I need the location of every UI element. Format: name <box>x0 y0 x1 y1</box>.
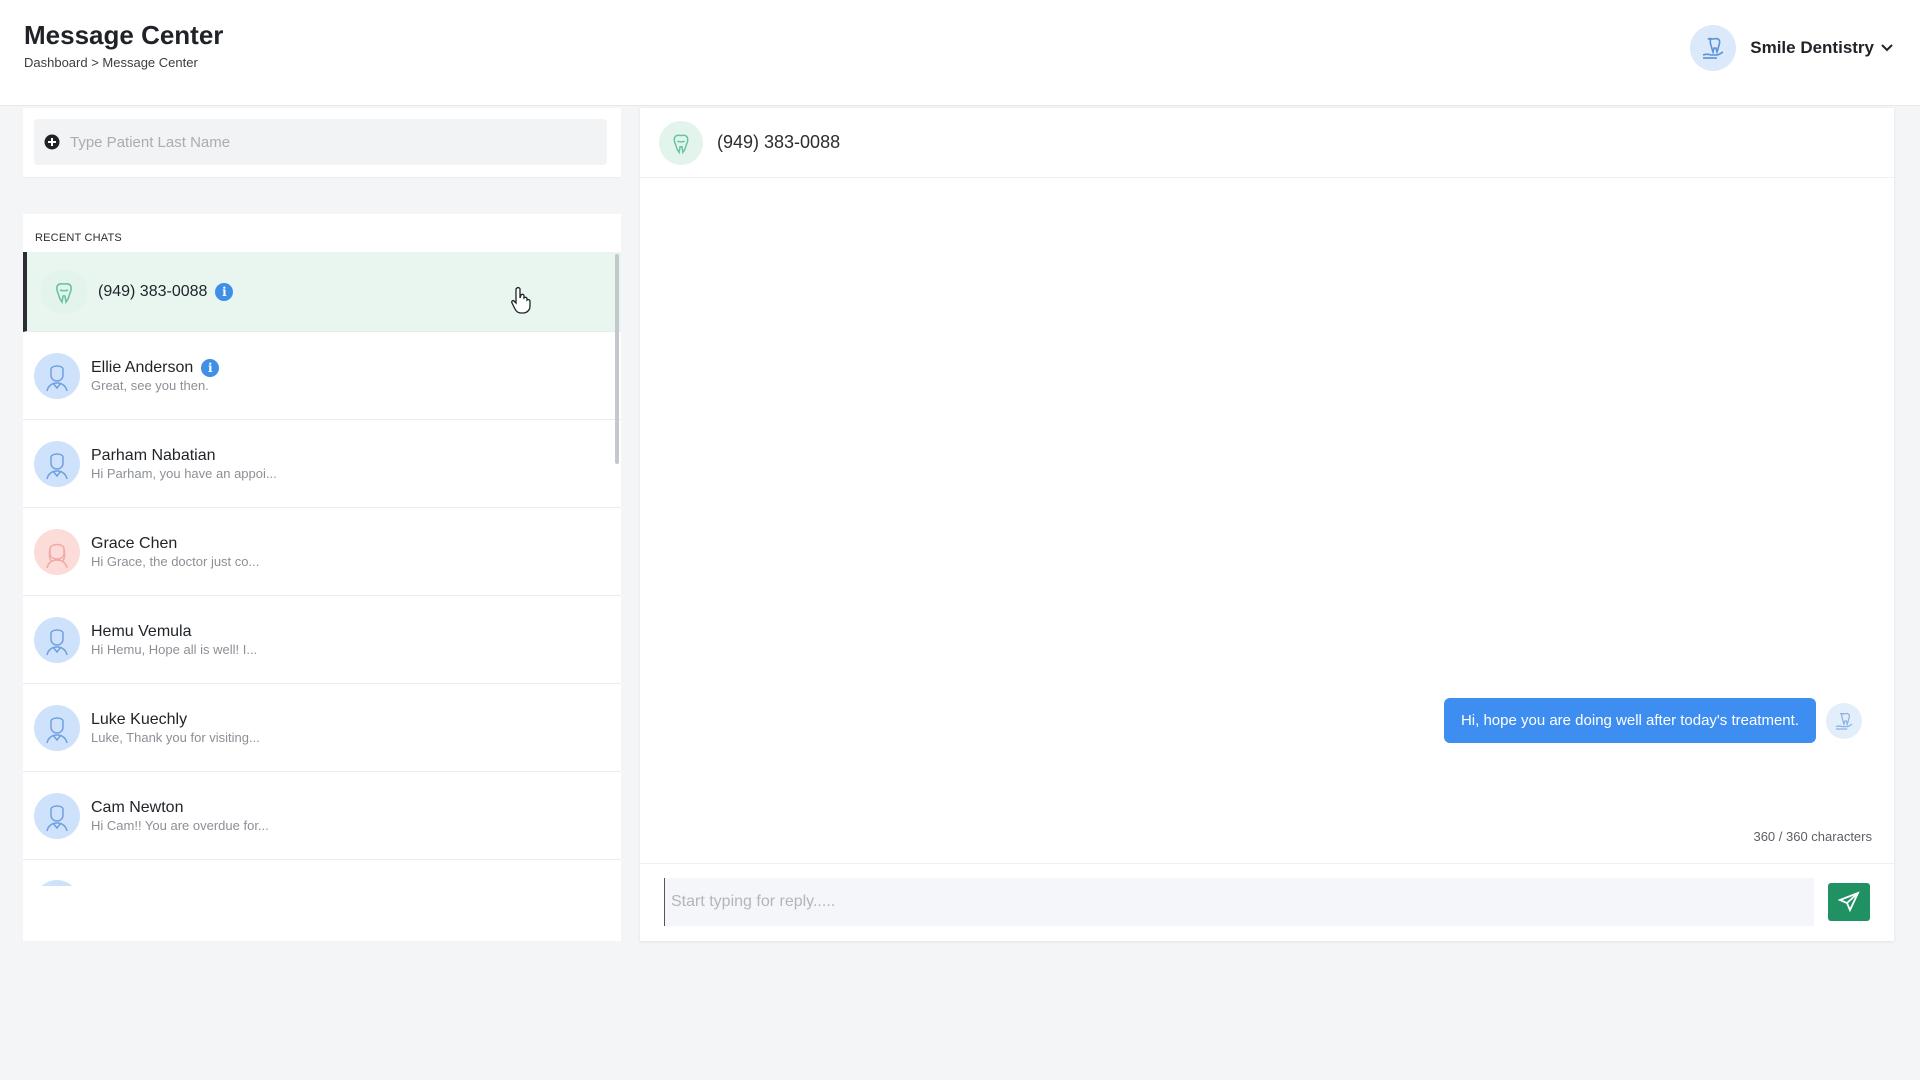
chat-name: Hemu Vemula <box>91 622 192 640</box>
recent-chats-title: RECENT CHATS <box>35 232 122 244</box>
tooth-icon <box>41 268 87 315</box>
chat-item[interactable]: Ellie Anderson i Great, see you then. <box>23 332 621 420</box>
message-row: Hi, hope you are doing well after today'… <box>1443 698 1862 743</box>
chat-text: Hemu Vemula Hi Hemu, Hope all is well! I… <box>91 623 257 657</box>
char-count: 360 / 360 characters <box>1753 829 1872 844</box>
chat-preview: Hi Cam!! You are overdue for... <box>91 817 269 833</box>
chat-name: Ellie Anderson <box>91 358 194 376</box>
patient-icon <box>34 352 80 399</box>
message-bubble: Hi, hope you are doing well after today'… <box>1443 698 1816 743</box>
search-input-wrap[interactable] <box>34 119 607 165</box>
chat-text: Cam Newton Hi Cam!! You are overdue for.… <box>91 799 269 833</box>
send-button[interactable] <box>1828 883 1870 921</box>
chat-name: (949) 383-0088 <box>98 282 208 300</box>
org-name: Smile Dentistry <box>1750 38 1874 57</box>
patient-icon <box>34 704 80 751</box>
patient-search <box>23 108 621 178</box>
plus-circle-icon[interactable] <box>44 134 60 150</box>
conversation-title: (949) 383-0088 <box>717 132 841 152</box>
chat-preview: Hi Parham, you have an appoi... <box>91 465 277 481</box>
chat-item[interactable]: Parham Nabatian Hi Parham, you have an a… <box>23 420 621 508</box>
chevron-down-icon <box>1881 44 1893 52</box>
breadcrumb[interactable]: Dashboard > Message Center <box>24 55 198 70</box>
chat-text: Luke Kuechly Luke, Thank you for visitin… <box>91 711 260 745</box>
chat-preview: Hi Hemu, Hope all is well! I... <box>91 641 258 657</box>
chat-item[interactable]: Luke Kuechly Luke, Thank you for visitin… <box>23 684 621 772</box>
info-icon[interactable]: i <box>215 282 234 301</box>
chat-name-row: (949) 383-0088 i <box>98 282 234 301</box>
chat-name-row: Cam Newton <box>91 799 269 817</box>
patient-icon <box>34 440 80 487</box>
tooth-hand-icon <box>1826 702 1862 739</box>
chat-text: Grace Chen Hi Grace, the doctor just co.… <box>91 535 259 569</box>
conversation-panel: (949) 383-0088 Hi, hope you are doing we… <box>640 108 1894 941</box>
conversation-header: (949) 383-0088 <box>640 108 1894 178</box>
patient-icon <box>34 792 80 839</box>
chat-text: (949) 383-0088 i <box>98 282 234 301</box>
chat-list-scrollbar[interactable] <box>615 254 619 464</box>
chat-text: Parham Nabatian Hi Parham, you have an a… <box>91 447 277 481</box>
chat-item[interactable]: Hemu Vemula Hi Hemu, Hope all is well! I… <box>23 596 621 684</box>
search-input[interactable] <box>70 133 590 151</box>
chat-name: Cam Newton <box>91 798 184 816</box>
chat-name-row: Grace Chen <box>91 535 259 553</box>
chat-text: Ellie Anderson i Great, see you then. <box>91 358 220 393</box>
page-title: Message Center <box>24 20 224 50</box>
patient-icon <box>34 528 80 575</box>
chat-name: Parham Nabatian <box>91 446 216 464</box>
chat-name-row: Ellie Anderson i <box>91 358 220 377</box>
reply-input[interactable] <box>664 878 1814 926</box>
chat-preview: Luke, Thank you for visiting... <box>91 729 260 745</box>
reply-bar <box>640 863 1894 941</box>
tooth-icon <box>659 120 703 165</box>
patient-icon <box>34 616 80 663</box>
chat-item[interactable]: Cam Newton Hi Cam!! You are overdue for.… <box>23 772 621 860</box>
org-switcher[interactable]: Smile Dentistry <box>1690 24 1894 72</box>
chat-name-row: Hemu Vemula <box>91 623 257 641</box>
info-icon[interactable]: i <box>201 358 220 377</box>
hand-cursor-icon <box>511 286 531 314</box>
chat-name-row: Parham Nabatian <box>91 447 277 465</box>
app-header: Message Center Dashboard > Message Cente… <box>0 0 1920 106</box>
chat-list[interactable]: (949) 383-0088 i Ellie Anderson i Great,… <box>23 252 621 886</box>
chat-name: Grace Chen <box>91 534 178 552</box>
chat-item[interactable]: Grace Chen Hi Grace, the doctor just co.… <box>23 508 621 596</box>
chat-name: Luke Kuechly <box>91 710 188 728</box>
patient-icon <box>34 880 80 886</box>
chat-preview: Great, see you then. <box>91 377 209 393</box>
chat-name-row: Luke Kuechly <box>91 711 260 729</box>
tooth-hand-icon <box>1690 25 1737 71</box>
send-icon <box>1838 891 1860 913</box>
chat-preview: Hi Grace, the doctor just co... <box>91 553 260 569</box>
chat-item[interactable] <box>23 860 621 886</box>
